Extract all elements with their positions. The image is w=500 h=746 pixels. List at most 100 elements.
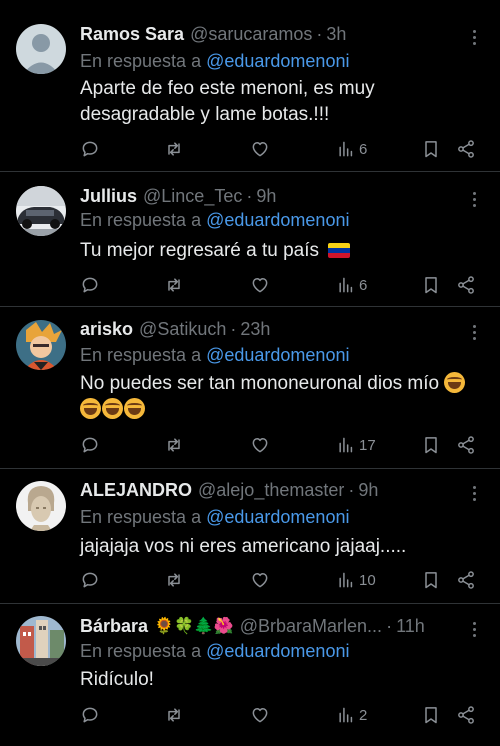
heart-icon <box>252 278 268 293</box>
timestamp[interactable]: 9h <box>358 480 378 501</box>
display-name[interactable]: Jullius <box>80 186 137 207</box>
share-button[interactable] <box>456 273 476 297</box>
more-options-icon[interactable] <box>466 619 482 640</box>
reply-context: En respuesta a @eduardomenoni <box>80 641 349 662</box>
tweet[interactable]: arisko @Satikuch · 23h En respuesta a @e… <box>0 307 500 469</box>
tweet-header: Jullius @Lince_Tec · 9h <box>80 182 480 210</box>
mention-link[interactable]: @eduardomenoni <box>206 345 349 365</box>
retweet-icon <box>168 278 180 292</box>
avatar[interactable] <box>16 481 66 531</box>
display-name[interactable]: ALEJANDRO <box>80 480 192 501</box>
avatar[interactable] <box>16 616 66 666</box>
share-button[interactable] <box>456 137 476 161</box>
user-handle[interactable]: @alejo_themaster <box>198 480 344 501</box>
display-name[interactable]: Bárbara <box>80 616 148 637</box>
like-button[interactable] <box>250 137 270 161</box>
views-count: 6 <box>359 140 368 158</box>
name-emojis: 🌻🍀🌲🌺 <box>154 618 234 635</box>
share-button[interactable] <box>456 433 476 457</box>
views-count: 10 <box>359 571 376 589</box>
like-button[interactable] <box>250 433 270 457</box>
retweet-button[interactable] <box>164 568 184 592</box>
tweet[interactable]: ALEJANDRO @alejo_themaster · 9h En respu… <box>0 469 500 604</box>
bookmark-icon <box>425 572 437 589</box>
laughing-emoji-icon <box>80 398 101 419</box>
retweet-icon <box>168 573 180 587</box>
action-bar: 2 <box>80 703 480 727</box>
retweet-button[interactable] <box>164 273 184 297</box>
tweet[interactable]: Jullius @Lince_Tec · 9h En respuesta a @… <box>0 172 500 307</box>
bookmark-icon <box>425 277 437 294</box>
bookmark-icon <box>425 707 437 724</box>
reply-icon <box>82 572 98 588</box>
more-options-icon[interactable] <box>466 27 482 48</box>
retweet-button[interactable] <box>164 703 184 727</box>
reply-icon <box>82 707 98 723</box>
analytics-icon <box>339 277 353 293</box>
more-options-icon[interactable] <box>466 189 482 210</box>
bookmark-icon <box>425 437 437 454</box>
share-button[interactable] <box>456 568 476 592</box>
user-handle[interactable]: @BrbaraMarlen... <box>240 616 382 637</box>
timestamp[interactable]: 9h <box>256 186 276 207</box>
reply-prefix: En respuesta a <box>80 51 202 71</box>
laughing-emoji-icon <box>444 372 466 393</box>
mention-link[interactable]: @eduardomenoni <box>206 507 349 527</box>
retweet-button[interactable] <box>164 433 184 457</box>
separator: · <box>386 615 393 636</box>
analytics-icon <box>339 437 353 453</box>
views-count: 6 <box>359 276 368 294</box>
laughing-emoji-icon <box>102 398 123 419</box>
tweet[interactable]: Ramos Sara @sarucaramos · 3h En respuest… <box>0 0 500 172</box>
like-button[interactable] <box>250 273 270 297</box>
user-handle[interactable]: @sarucaramos <box>190 24 312 45</box>
reply-icon <box>82 277 98 293</box>
tweet[interactable]: Bárbara 🌻🍀🌲🌺 @BrbaraMarlen... · 11h En r… <box>0 604 500 746</box>
bookmark-button[interactable] <box>421 137 441 161</box>
reply-icon <box>82 141 98 157</box>
reply-button[interactable] <box>80 703 100 727</box>
views-button[interactable]: 6 <box>336 137 367 161</box>
timestamp[interactable]: 23h <box>240 319 270 340</box>
user-handle[interactable]: @Lince_Tec <box>143 186 242 207</box>
bookmark-button[interactable] <box>421 433 441 457</box>
avatar[interactable] <box>16 186 66 236</box>
bookmark-button[interactable] <box>421 273 441 297</box>
avatar[interactable] <box>16 320 66 370</box>
reply-button[interactable] <box>80 433 100 457</box>
retweet-button[interactable] <box>164 137 184 161</box>
reply-prefix: En respuesta a <box>80 641 202 661</box>
reply-button[interactable] <box>80 273 100 297</box>
views-count: 2 <box>359 706 368 724</box>
reply-button[interactable] <box>80 568 100 592</box>
like-button[interactable] <box>250 703 270 727</box>
timestamp[interactable]: 3h <box>326 24 346 45</box>
more-options-icon[interactable] <box>466 322 482 343</box>
display-name[interactable]: Ramos Sara <box>80 24 184 45</box>
retweet-icon <box>168 438 180 452</box>
tweet-text: No puedes ser tan mononeuronal dios mío <box>80 373 440 394</box>
user-handle[interactable]: @Satikuch <box>139 319 226 340</box>
more-options-icon[interactable] <box>466 483 482 504</box>
heart-icon <box>252 142 268 157</box>
bookmark-button[interactable] <box>421 703 441 727</box>
action-bar: 10 <box>80 568 480 592</box>
mention-link[interactable]: @eduardomenoni <box>206 51 349 71</box>
mention-link[interactable]: @eduardomenoni <box>206 641 349 661</box>
reply-prefix: En respuesta a <box>80 210 202 230</box>
like-button[interactable] <box>250 568 270 592</box>
timestamp[interactable]: 11h <box>396 616 425 637</box>
analytics-icon <box>339 707 353 723</box>
avatar[interactable] <box>16 24 66 74</box>
views-count: 17 <box>359 436 376 454</box>
views-button[interactable]: 10 <box>336 568 376 592</box>
display-name[interactable]: arisko <box>80 319 133 340</box>
retweet-icon <box>168 142 180 156</box>
views-button[interactable]: 6 <box>336 273 367 297</box>
mention-link[interactable]: @eduardomenoni <box>206 210 349 230</box>
bookmark-button[interactable] <box>421 568 441 592</box>
share-button[interactable] <box>456 703 476 727</box>
views-button[interactable]: 2 <box>336 703 367 727</box>
views-button[interactable]: 17 <box>336 433 376 457</box>
reply-button[interactable] <box>80 137 100 161</box>
